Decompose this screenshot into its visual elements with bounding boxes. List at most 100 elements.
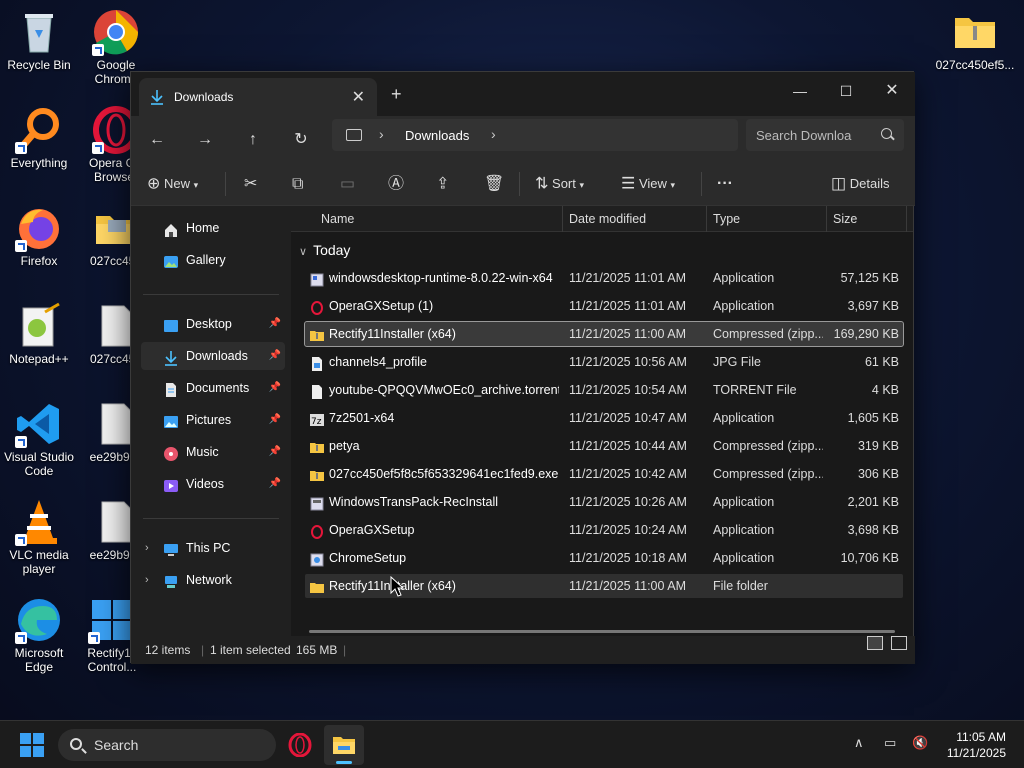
file-row[interactable]: petya 11/21/2025 10:44 AM Compressed (zi…	[305, 434, 903, 458]
file-row[interactable]: 027cc450ef5f8c5f653329641ec1fed9.exe 11/…	[305, 462, 903, 486]
column-header-name[interactable]: Name	[321, 212, 354, 226]
file-row[interactable]: windowsdesktop-runtime-8.0.22-win-x64 11…	[305, 266, 903, 290]
close-tab-icon[interactable]: ✕	[352, 87, 365, 107]
file-row[interactable]: ChromeSetup 11/21/2025 10:18 AM Applicat…	[305, 546, 903, 570]
chevron-right-icon[interactable]: ›	[145, 566, 149, 594]
cut-button[interactable]: ✂	[244, 170, 257, 198]
column-header-type[interactable]: Type	[713, 212, 740, 226]
sort-button[interactable]: ⇅ Sort ▾	[535, 170, 584, 198]
delete-button[interactable]: 🗑	[484, 170, 504, 198]
desktop-icon-notepad-plus-plus[interactable]: Notepad++	[0, 302, 79, 366]
sidebar-item-gallery[interactable]: Gallery	[141, 246, 285, 274]
chevron-right-icon[interactable]: ›	[491, 126, 496, 142]
desktop-icon-recycle-bin[interactable]: Recycle Bin	[0, 8, 79, 72]
desktop-icon-label: Everything	[10, 156, 68, 170]
chevron-right-icon[interactable]: ›	[379, 126, 384, 142]
column-divider[interactable]	[706, 206, 707, 232]
file-name: Rectify11Installer (x64)	[329, 579, 456, 593]
desktop-folder-icon	[163, 316, 179, 332]
file-date: 11/21/2025 10:26 AM	[569, 495, 687, 509]
details-pane-icon: ◫	[831, 175, 847, 193]
file-row-selected[interactable]: Rectify11Installer (x64) 11/21/2025 11:0…	[304, 321, 904, 347]
file-size: 3,698 KB	[847, 523, 899, 537]
column-divider[interactable]	[562, 206, 563, 232]
pin-icon[interactable]: 📌	[269, 406, 281, 434]
pin-icon[interactable]: 📌	[269, 470, 281, 498]
file-row[interactable]: channels4_profile 11/21/2025 10:56 AM JP…	[305, 350, 903, 374]
chevron-right-icon[interactable]: ›	[145, 534, 149, 562]
application-icon	[310, 271, 324, 287]
desktop-icon-027cc450ef5-zip[interactable]: 027cc450ef5...	[935, 8, 1015, 72]
tab-downloads[interactable]: Downloads ✕	[139, 78, 377, 116]
pin-icon[interactable]: 📌	[269, 342, 281, 370]
address-bar[interactable]: › Downloads ›	[332, 119, 738, 151]
more-options-button[interactable]: ···	[717, 170, 733, 198]
volume-muted-icon[interactable]: 🔇	[912, 735, 928, 751]
maximize-button[interactable]: ☐	[823, 76, 869, 106]
file-row[interactable]: youtube-QPQQVMwOEc0_archive.torrent 11/2…	[305, 378, 903, 402]
column-divider[interactable]	[906, 206, 907, 232]
sidebar-item-network[interactable]: › Network	[141, 566, 285, 594]
pin-icon[interactable]: 📌	[269, 310, 281, 338]
column-header-size[interactable]: Size	[833, 212, 857, 226]
sidebar-item-music[interactable]: Music 📌	[141, 438, 285, 466]
close-window-button[interactable]: ✕	[869, 76, 915, 106]
taskbar-search[interactable]: Search	[58, 729, 276, 761]
desktop-icon-firefox[interactable]: Firefox	[0, 204, 79, 268]
sidebar-item-downloads[interactable]: Downloads 📌	[141, 342, 285, 370]
file-row[interactable]: 7z 7z2501-x64 11/21/2025 10:47 AM Applic…	[305, 406, 903, 430]
desktop-icon-label: Microsoft Edge	[14, 646, 64, 674]
paste-button[interactable]: ▭	[340, 170, 355, 198]
new-tab-button[interactable]: +	[391, 84, 402, 105]
breadcrumb-downloads[interactable]: Downloads	[405, 128, 469, 143]
chevron-up-icon[interactable]: ∧	[854, 735, 864, 751]
new-button[interactable]: ⊕ New ▾	[147, 170, 198, 198]
file-type: Application	[713, 411, 775, 425]
plus-circle-icon: ⊕	[147, 175, 161, 193]
back-button[interactable]: ←	[143, 126, 171, 154]
taskbar-file-explorer[interactable]	[324, 725, 364, 765]
horizontal-scrollbar[interactable]	[309, 630, 895, 633]
system-clock[interactable]: 11:05 AM 11/21/2025	[947, 729, 1006, 761]
sidebar-item-pictures[interactable]: Pictures 📌	[141, 406, 285, 434]
up-button[interactable]: ↑	[239, 126, 267, 154]
firefox-icon	[15, 204, 63, 252]
tiles-view-icon[interactable]	[891, 636, 907, 650]
share-button[interactable]: ⇪	[436, 170, 449, 198]
sidebar-item-home[interactable]: Home	[141, 214, 285, 242]
sidebar-label: This PC	[186, 541, 231, 555]
taskbar-opera-gx[interactable]	[280, 725, 320, 765]
details-pane-button[interactable]: ◫ Details	[831, 170, 890, 198]
sidebar-item-documents[interactable]: Documents 📌	[141, 374, 285, 402]
file-row[interactable]: WindowsTransPack-RecInstall 11/21/2025 1…	[305, 490, 903, 514]
sidebar-item-desktop[interactable]: Desktop 📌	[141, 310, 285, 338]
details-label: Details	[849, 176, 890, 191]
start-button[interactable]	[20, 733, 44, 757]
desktop-icon-vlc[interactable]: VLC media player	[0, 498, 79, 576]
zip-folder-icon	[951, 8, 999, 56]
desktop-icon-microsoft-edge[interactable]: Microsoft Edge	[0, 596, 79, 674]
rename-button[interactable]: Ⓐ	[388, 170, 404, 198]
column-header-date-modified[interactable]: Date modified	[569, 212, 646, 226]
sidebar-item-this-pc[interactable]: › This PC	[141, 534, 285, 562]
refresh-button[interactable]: ↻	[287, 126, 315, 154]
music-icon	[163, 444, 179, 461]
column-divider[interactable]	[826, 206, 827, 232]
file-row[interactable]: OperaGXSetup 11/21/2025 10:24 AM Applica…	[305, 518, 903, 542]
file-size: 2,201 KB	[847, 495, 899, 509]
search-box[interactable]	[746, 119, 904, 151]
copy-button[interactable]: ⧉	[292, 170, 303, 198]
desktop-icon-everything[interactable]: Everything	[0, 106, 79, 170]
details-view-icon[interactable]	[867, 636, 883, 650]
minimize-button[interactable]: —	[777, 76, 823, 106]
view-button[interactable]: ☰ View ▾	[621, 170, 675, 198]
forward-button[interactable]: →	[191, 126, 219, 154]
display-icon[interactable]: ▭	[884, 735, 896, 751]
pin-icon[interactable]: 📌	[269, 438, 281, 466]
pin-icon[interactable]: 📌	[269, 374, 281, 402]
desktop-icon-vscode[interactable]: Visual Studio Code	[0, 400, 79, 478]
group-header-today[interactable]: ∨ Today	[299, 242, 350, 258]
sidebar-item-videos[interactable]: Videos 📌	[141, 470, 285, 498]
search-input[interactable]	[756, 119, 876, 151]
file-row[interactable]: OperaGXSetup (1) 11/21/2025 11:01 AM App…	[305, 294, 903, 318]
